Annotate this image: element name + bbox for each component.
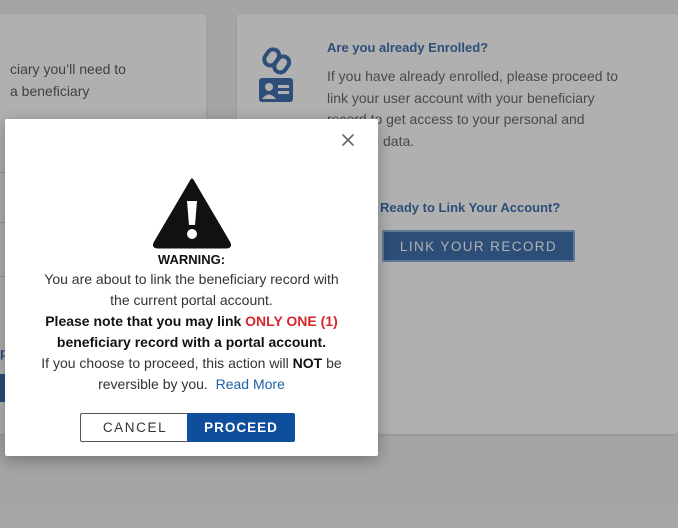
warning-heading: WARNING: <box>157 252 226 267</box>
warning-note: Please note that you may link ONLY ONE (… <box>5 311 378 353</box>
warning-line2: the current portal account. <box>110 292 273 308</box>
warning-modal: WARNING: You are about to link the benef… <box>5 119 378 456</box>
irreversible-suffix: be <box>322 355 342 371</box>
read-more-link[interactable]: Read More <box>216 376 285 392</box>
irreversible-text: If you choose to proceed, this action wi… <box>41 355 293 371</box>
note-highlight: ONLY ONE (1) <box>245 313 338 329</box>
irreversible-bold: NOT <box>292 355 323 371</box>
warning-line1: You are about to link the beneficiary re… <box>44 271 339 287</box>
close-icon[interactable] <box>340 132 356 148</box>
note-prefix: Please note that you may link <box>45 313 246 329</box>
warning-triangle-icon <box>152 178 232 249</box>
warning-irreversible: If you choose to proceed, this action wi… <box>5 353 378 395</box>
cancel-button[interactable]: CANCEL <box>80 413 190 442</box>
warning-message: You are about to link the beneficiary re… <box>5 269 378 311</box>
note-line2: beneficiary record with a portal account… <box>56 334 327 350</box>
irreversible-line2: reversible by you. <box>98 376 208 392</box>
proceed-button[interactable]: PROCEED <box>187 413 295 442</box>
